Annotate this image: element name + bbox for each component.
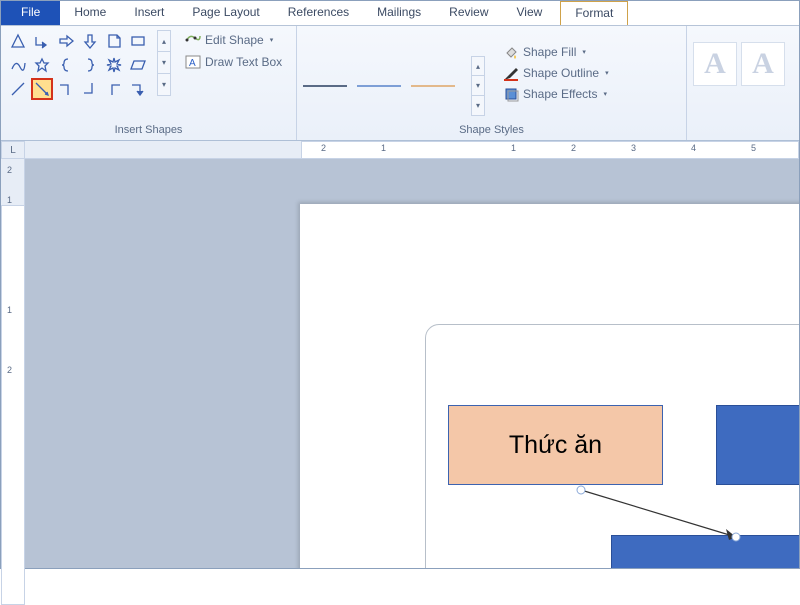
group-insert-shapes-label: Insert Shapes — [1, 122, 296, 140]
shape-fill-button[interactable]: Shape Fill ▾ — [499, 42, 613, 62]
shape-flowchart-process[interactable] — [127, 30, 149, 52]
wordart-style-2[interactable]: A — [741, 42, 785, 86]
shape-document[interactable] — [103, 30, 125, 52]
draw-text-box-label: Draw Text Box — [205, 55, 282, 69]
dropdown-icon: ▾ — [604, 90, 608, 98]
gallery-down[interactable]: ▾ — [157, 52, 171, 74]
style-gallery[interactable]: ▴ ▾ ▾ — [303, 30, 485, 116]
edit-shape-icon — [185, 32, 201, 48]
edit-shape-button[interactable]: Edit Shape ▾ — [181, 30, 286, 50]
effects-icon — [503, 86, 519, 102]
shape-elbow-left[interactable] — [103, 78, 125, 100]
tab-format[interactable]: Format — [560, 1, 628, 25]
tab-insert[interactable]: Insert — [120, 1, 178, 25]
tab-home[interactable]: Home — [60, 1, 120, 25]
edit-shape-label: Edit Shape — [205, 33, 264, 47]
horizontal-ruler[interactable]: 2 1 1 2 3 4 5 6 — [25, 141, 799, 159]
shape-effects-label: Shape Effects — [523, 87, 598, 101]
shape-elbow-arrow[interactable] — [127, 78, 149, 100]
shape-right-brace[interactable] — [79, 54, 101, 76]
tab-file[interactable]: File — [1, 1, 60, 25]
shape-elbow-down[interactable] — [55, 78, 77, 100]
draw-text-box-button[interactable]: A Draw Text Box — [181, 52, 286, 72]
shape-isoceles-triangle[interactable] — [7, 30, 29, 52]
pen-icon — [503, 65, 519, 81]
blue-rectangle-1[interactable] — [716, 405, 799, 485]
gallery-more[interactable]: ▾ — [157, 74, 171, 96]
text-box-icon: A — [185, 54, 201, 70]
shape-explosion[interactable] — [103, 54, 125, 76]
page[interactable]: Thức ăn — [300, 204, 799, 568]
shape-effects-button[interactable]: Shape Effects ▾ — [499, 84, 613, 104]
shape-text: Thức ăn — [509, 431, 602, 460]
shape-elbow-up[interactable] — [79, 78, 101, 100]
gallery-scroll: ▴ ▾ ▾ — [157, 30, 171, 96]
style-sample-1[interactable] — [303, 85, 347, 87]
shape-outline-button[interactable]: Shape Outline ▾ — [499, 63, 613, 83]
shape-flowchart-data[interactable] — [127, 54, 149, 76]
tab-page-layout[interactable]: Page Layout — [178, 1, 273, 25]
wordart-style-1[interactable]: A — [693, 42, 737, 86]
style-more[interactable]: ▾ — [471, 96, 485, 116]
group-wordart-styles: A A — [687, 26, 799, 140]
ribbon: ▴ ▾ ▾ Edit Shape ▾ A Draw Text Box Insert… — [1, 26, 799, 141]
ribbon-tabs: File Home Insert Page Layout References … — [1, 1, 799, 26]
vertical-ruler[interactable]: 2 1 1 2 — [1, 159, 25, 568]
tab-mailings[interactable]: Mailings — [363, 1, 435, 25]
shape-elbow-arrow-right[interactable] — [31, 30, 53, 52]
shape-gallery — [7, 30, 149, 100]
tab-references[interactable]: References — [274, 1, 363, 25]
drawing-canvas[interactable]: Thức ăn — [425, 324, 799, 568]
svg-text:A: A — [189, 58, 196, 69]
gallery-up[interactable]: ▴ — [157, 30, 171, 52]
shape-freeform[interactable] — [7, 54, 29, 76]
style-sample-2[interactable] — [357, 85, 401, 87]
shape-right-arrow[interactable] — [55, 30, 77, 52]
arrow-connector[interactable] — [576, 485, 746, 545]
group-shape-styles-label: Shape Styles — [297, 122, 686, 140]
shape-star[interactable] — [31, 54, 53, 76]
document-area[interactable]: Thức ăn — [25, 159, 799, 568]
text-box-shape[interactable]: Thức ăn — [448, 405, 663, 485]
shape-line-arrow[interactable] — [31, 78, 53, 100]
style-down[interactable]: ▾ — [471, 76, 485, 96]
ruler-corner: L — [1, 141, 25, 159]
group-insert-shapes: ▴ ▾ ▾ Edit Shape ▾ A Draw Text Box Insert… — [1, 26, 297, 140]
tab-view[interactable]: View — [503, 1, 557, 25]
shape-down-arrow[interactable] — [79, 30, 101, 52]
shape-line[interactable] — [7, 78, 29, 100]
style-up[interactable]: ▴ — [471, 56, 485, 76]
bucket-icon — [503, 44, 519, 60]
shape-outline-label: Shape Outline — [523, 66, 599, 80]
group-shape-styles: ▴ ▾ ▾ Shape Fill ▾ Shape Outline ▾ Shape E… — [297, 26, 687, 140]
dropdown-icon: ▾ — [270, 36, 274, 44]
dropdown-icon: ▾ — [582, 48, 586, 56]
style-sample-3[interactable] — [411, 85, 455, 87]
tab-review[interactable]: Review — [435, 1, 502, 25]
shape-fill-label: Shape Fill — [523, 45, 576, 59]
shape-left-brace[interactable] — [55, 54, 77, 76]
dropdown-icon: ▾ — [605, 69, 609, 77]
